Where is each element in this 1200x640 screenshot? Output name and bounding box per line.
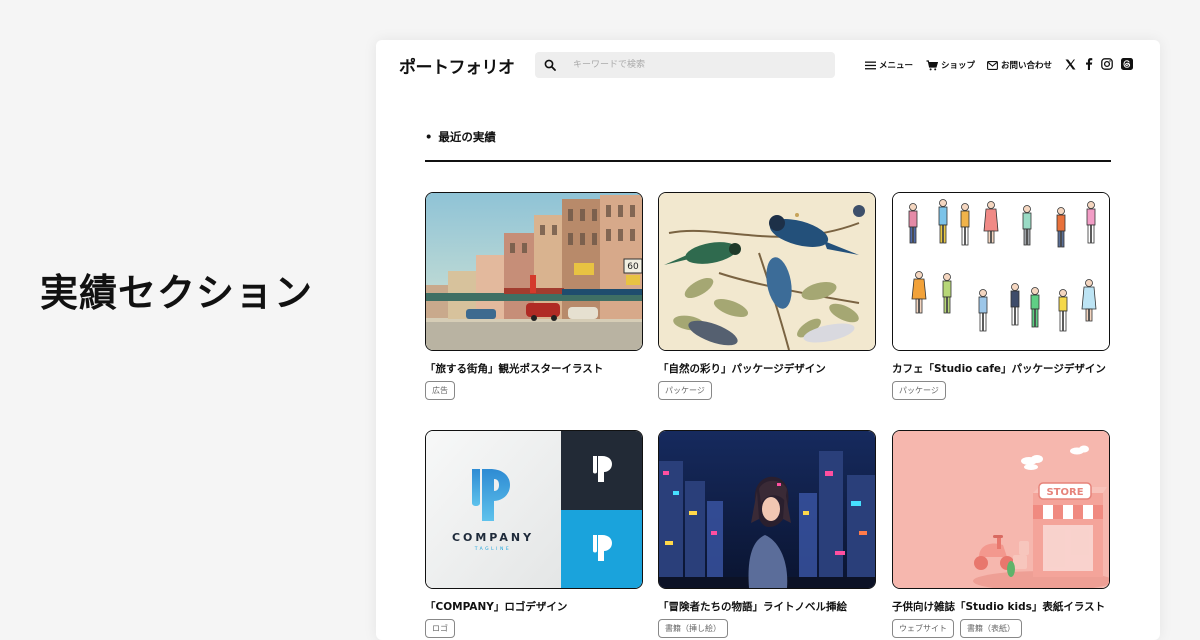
cart-icon <box>926 59 938 70</box>
work-card[interactable]: STORE 子供向け雑誌「Studio kids」表紙イラスト ウェブサイト 書… <box>892 430 1112 638</box>
work-card[interactable]: カフェ「Studio cafe」パッケージデザイン パッケージ <box>892 192 1112 400</box>
work-thumbnail-store-3d[interactable]: STORE <box>892 430 1110 589</box>
poster-sign-text: 60 <box>627 262 639 272</box>
nav-menu[interactable]: メニュー <box>865 57 913 73</box>
work-tag[interactable]: 書籍（挿し絵） <box>658 619 728 638</box>
work-tag[interactable]: ロゴ <box>425 619 455 638</box>
logo-wordmark: COMPANY <box>452 531 534 544</box>
logo-tagline: TAGLINE <box>474 546 511 552</box>
search-icon[interactable] <box>544 59 556 71</box>
nav-contact[interactable]: お問い合わせ <box>987 57 1052 73</box>
nav-shop-label: ショップ <box>941 61 976 71</box>
work-card[interactable]: 「自然の彩り」パッケージデザイン パッケージ <box>658 192 878 400</box>
work-title[interactable]: 「COMPANY」ロゴデザイン <box>425 599 665 614</box>
site-header: ポートフォリオ メニュー ショップ <box>376 40 1160 90</box>
work-tag[interactable]: パッケージ <box>658 381 712 400</box>
work-tag[interactable]: パッケージ <box>892 381 946 400</box>
work-thumbnail-night-city[interactable] <box>658 430 876 589</box>
work-tags: パッケージ <box>892 381 946 400</box>
x-icon[interactable] <box>1063 57 1077 71</box>
threads-icon[interactable] <box>1120 57 1134 71</box>
facebook-icon[interactable] <box>1082 57 1096 71</box>
section-bullet: • <box>425 130 433 144</box>
work-thumbnail-birds-illustration[interactable] <box>658 192 876 351</box>
work-tag[interactable]: 書籍（表紙） <box>960 619 1022 638</box>
site-logo[interactable]: ポートフォリオ <box>399 53 515 78</box>
work-tags: ロゴ <box>425 619 455 638</box>
work-tags: パッケージ <box>658 381 712 400</box>
store-sign-text: STORE <box>1046 487 1083 498</box>
page-side-heading: 実績セクション <box>40 271 314 315</box>
mail-icon <box>987 60 998 70</box>
work-card[interactable]: COMPANY TAGLINE 「COMPANY」ロゴデザイン ロゴ <box>425 430 645 638</box>
section-divider <box>425 160 1111 162</box>
work-title[interactable]: カフェ「Studio cafe」パッケージデザイン <box>892 361 1132 376</box>
work-title[interactable]: 「冒険者たちの物語」ライトノベル挿絵 <box>658 599 898 614</box>
work-tags: 書籍（挿し絵） <box>658 619 728 638</box>
nav-menu-label: メニュー <box>879 61 914 71</box>
section-title: • 最近の実績 <box>425 129 496 145</box>
work-title[interactable]: 子供向け雑誌「Studio kids」表紙イラスト <box>892 599 1132 614</box>
work-thumbnail-company-logo[interactable]: COMPANY TAGLINE <box>425 430 643 589</box>
work-card[interactable]: 60 「旅する街角」観光ポスターイラスト 広告 <box>425 192 645 400</box>
search-input[interactable] <box>565 52 827 78</box>
work-title[interactable]: 「自然の彩り」パッケージデザイン <box>658 361 898 376</box>
work-title[interactable]: 「旅する街角」観光ポスターイラスト <box>425 361 665 376</box>
work-thumbnail-street-poster[interactable]: 60 <box>425 192 643 351</box>
work-tags: 広告 <box>425 381 455 400</box>
nav-shop[interactable]: ショップ <box>926 57 975 73</box>
portfolio-window: ポートフォリオ メニュー ショップ <box>376 40 1160 640</box>
work-tag[interactable]: ウェブサイト <box>892 619 954 638</box>
search-bar <box>535 52 835 78</box>
instagram-icon[interactable] <box>1100 57 1114 71</box>
hamburger-icon <box>865 61 876 69</box>
work-card[interactable]: 「冒険者たちの物語」ライトノベル挿絵 書籍（挿し絵） <box>658 430 878 638</box>
section-title-text: 最近の実績 <box>438 130 496 144</box>
nav-contact-label: お問い合わせ <box>1001 61 1053 71</box>
work-thumbnail-people-illustration[interactable] <box>892 192 1110 351</box>
work-tag[interactable]: 広告 <box>425 381 455 400</box>
work-tags: ウェブサイト 書籍（表紙） <box>892 619 1022 638</box>
